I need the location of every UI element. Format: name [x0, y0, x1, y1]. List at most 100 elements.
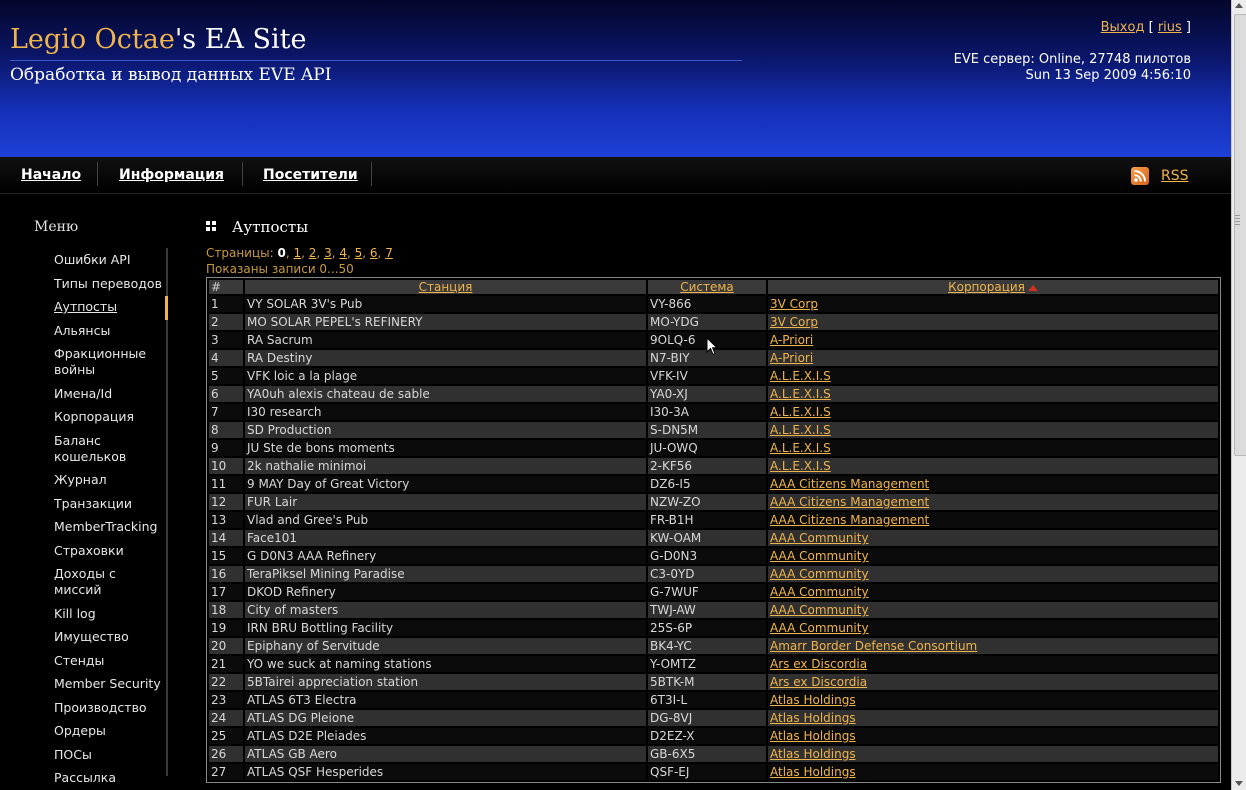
- corporation-link[interactable]: AAA Community: [770, 567, 869, 581]
- sidebar-item[interactable]: Ошибки API: [54, 252, 164, 268]
- corporation-link[interactable]: 3V Corp: [770, 315, 818, 329]
- corporation-link[interactable]: AAA Citizens Management: [770, 495, 929, 509]
- vertical-scrollbar[interactable]: [1231, 0, 1246, 790]
- column-header-system[interactable]: Система: [648, 280, 766, 294]
- corporation-cell: AAA Citizens Management: [768, 494, 1218, 510]
- scroll-down-arrow-icon[interactable]: [1235, 781, 1243, 786]
- corporation-link[interactable]: Atlas Holdings: [770, 729, 856, 743]
- sidebar-item[interactable]: Kill log: [54, 606, 164, 622]
- sidebar-item[interactable]: Ордеры: [54, 723, 164, 739]
- corporation-link[interactable]: AAA Community: [770, 549, 869, 563]
- title-divider: [10, 60, 742, 61]
- sidebar-item[interactable]: Стенды: [54, 653, 164, 669]
- nav-bar: Начало Информация Посетители: [0, 157, 1231, 194]
- station-cell: JU Ste de bons moments: [245, 440, 646, 456]
- page-link[interactable]: 2: [309, 246, 317, 260]
- sidebar-item[interactable]: Альянсы: [54, 323, 164, 339]
- scroll-up-arrow-icon[interactable]: [1235, 3, 1243, 8]
- sidebar-item[interactable]: Доходы с миссий: [54, 566, 164, 598]
- corporation-link[interactable]: A.L.E.X.I.S: [770, 387, 831, 401]
- sidebar-item[interactable]: Имена/Id: [54, 386, 164, 402]
- sidebar-item[interactable]: Member Security: [54, 676, 164, 692]
- rss-icon[interactable]: [1131, 167, 1149, 185]
- username-link[interactable]: rius: [1158, 20, 1182, 35]
- system-cell: DG-8VJ: [648, 710, 766, 726]
- sidebar-item[interactable]: Баланс кошельков: [54, 433, 164, 465]
- sidebar-item[interactable]: Корпорация: [54, 409, 164, 425]
- column-header-station[interactable]: Станция: [245, 280, 646, 294]
- sidebar-item[interactable]: MemberTracking: [54, 519, 164, 535]
- row-number: 4: [209, 350, 243, 366]
- corporation-cell: A.L.E.X.I.S: [768, 458, 1218, 474]
- station-cell: ATLAS D2E Pleiades: [245, 728, 646, 744]
- sidebar-item[interactable]: Страховки: [54, 543, 164, 559]
- corporation-link[interactable]: AAA Citizens Management: [770, 513, 929, 527]
- logout-link[interactable]: Выход: [1101, 20, 1145, 35]
- corporation-link[interactable]: A.L.E.X.I.S: [770, 423, 831, 437]
- corporation-link[interactable]: A.L.E.X.I.S: [770, 405, 831, 419]
- rss-link[interactable]: RSS: [1161, 168, 1189, 184]
- sidebar-item[interactable]: Аутпосты: [54, 299, 164, 315]
- system-cell: JU-OWQ: [648, 440, 766, 456]
- corporation-link[interactable]: Atlas Holdings: [770, 711, 856, 725]
- page-link[interactable]: 4: [339, 246, 347, 260]
- records-info: Показаны записи 0...50: [206, 262, 354, 276]
- page-link: 0: [277, 246, 286, 260]
- table-row: 5 VFK loic a la plage VFK-IV A.L.E.X.I.S: [209, 368, 1218, 384]
- sidebar-item[interactable]: Транзакции: [54, 496, 164, 512]
- sort-asc-icon: [1027, 284, 1038, 291]
- sidebar-item[interactable]: Рассылка: [54, 770, 164, 786]
- corporation-link[interactable]: AAA Community: [770, 531, 869, 545]
- table-row: 19 IRN BRU Bottling Facility 25S-6P AAA Com…: [209, 620, 1218, 636]
- corporation-link[interactable]: A.L.E.X.I.S: [770, 441, 831, 455]
- corporation-link[interactable]: A-Priori: [770, 333, 813, 347]
- corporation-cell: 3V Corp: [768, 314, 1218, 330]
- page-link[interactable]: 1: [294, 246, 302, 260]
- column-header-corporation[interactable]: Корпорация: [768, 280, 1218, 294]
- corporation-link[interactable]: Amarr Border Defense Consortium: [770, 639, 977, 653]
- corporation-link[interactable]: Ars ex Discordia: [770, 657, 867, 671]
- corporation-link[interactable]: AAA Community: [770, 585, 869, 599]
- sidebar-item[interactable]: Имущество: [54, 629, 164, 645]
- corporation-link[interactable]: AAA Citizens Management: [770, 477, 929, 491]
- mouse-cursor-icon: [706, 336, 719, 360]
- corporation-link[interactable]: Atlas Holdings: [770, 747, 856, 761]
- page-link[interactable]: 3: [324, 246, 332, 260]
- sidebar-item[interactable]: Журнал: [54, 472, 164, 488]
- corporation-link[interactable]: Atlas Holdings: [770, 693, 856, 707]
- corporation-link[interactable]: A.L.E.X.I.S: [770, 369, 831, 383]
- table-row: 15 G D0N3 AAA Refinery G-D0N3 AAA Community: [209, 548, 1218, 564]
- corporation-cell: AAA Community: [768, 602, 1218, 618]
- page-link[interactable]: 6: [370, 246, 378, 260]
- corporation-link[interactable]: AAA Community: [770, 621, 869, 635]
- sort-corporation-link[interactable]: Корпорация: [948, 280, 1025, 294]
- corporation-cell: Ars ex Discordia: [768, 656, 1218, 672]
- corporation-link[interactable]: A-Priori: [770, 351, 813, 365]
- corporation-link[interactable]: Atlas Holdings: [770, 765, 856, 779]
- station-cell: YO we suck at naming stations: [245, 656, 646, 672]
- corporation-link[interactable]: 3V Corp: [770, 297, 818, 311]
- sort-system-link[interactable]: Система: [680, 280, 734, 294]
- corporation-cell: A.L.E.X.I.S: [768, 440, 1218, 456]
- page-link[interactable]: 7: [385, 246, 393, 260]
- sidebar-item[interactable]: Фракционные войны: [54, 346, 164, 378]
- page-link[interactable]: 5: [355, 246, 363, 260]
- corporation-cell: Ars ex Discordia: [768, 674, 1218, 690]
- corporation-link[interactable]: AAA Community: [770, 603, 869, 617]
- sort-station-link[interactable]: Станция: [419, 280, 473, 294]
- pagination-links: 0, 1, 2, 3, 4, 5, 6, 7: [277, 246, 393, 260]
- server-datetime: Sun 13 Sep 2009 4:56:10: [1025, 68, 1191, 83]
- corporation-link[interactable]: Ars ex Discordia: [770, 675, 867, 689]
- table-row: 26 ATLAS GB Aero GB-6X5 Atlas Holdings: [209, 746, 1218, 762]
- nav-visitors[interactable]: Посетители: [263, 167, 358, 183]
- sidebar-item[interactable]: ПОСы: [54, 747, 164, 763]
- sidebar-item[interactable]: Типы переводов: [54, 276, 164, 292]
- row-number: 9: [209, 440, 243, 456]
- scrollbar-thumb[interactable]: [1234, 14, 1246, 456]
- nav-information[interactable]: Информация: [119, 167, 224, 183]
- corporation-link[interactable]: A.L.E.X.I.S: [770, 459, 831, 473]
- nav-home[interactable]: Начало: [21, 167, 81, 183]
- corporation-cell: Atlas Holdings: [768, 692, 1218, 708]
- sidebar-item[interactable]: Производство: [54, 700, 164, 716]
- table-row: 21 YO we suck at naming stations Y-OMTZ Ars…: [209, 656, 1218, 672]
